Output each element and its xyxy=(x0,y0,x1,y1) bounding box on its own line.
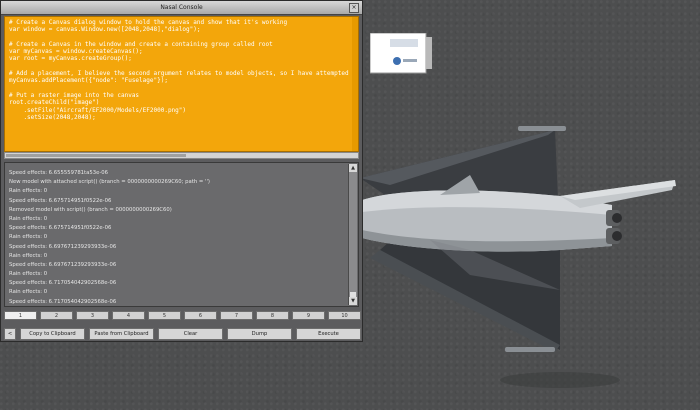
history-button[interactable]: 4 xyxy=(112,311,145,320)
output-line: Rain effects: 0 xyxy=(9,188,48,195)
output-scrollbar[interactable]: ▲ ▼ xyxy=(348,164,357,305)
console-title: Nasal Console xyxy=(160,4,203,11)
output-line: New model with attached script() (branch… xyxy=(9,179,210,186)
output-lines: Speed effects: 6.655559781ta53e-06 New mo… xyxy=(9,169,346,306)
history-button[interactable]: 6 xyxy=(184,311,217,320)
output-log: Speed effects: 6.655559781ta53e-06 New mo… xyxy=(4,162,359,307)
clear-button[interactable]: Clear xyxy=(158,328,223,340)
output-line: Rain effects: 0 xyxy=(9,215,48,222)
code-line: # Add a placement, I believe the second … xyxy=(9,70,359,78)
console-toggle-button[interactable]: < xyxy=(4,328,16,340)
code-line: myCanvas.addPlacement({"node": "Fuselage… xyxy=(9,77,168,85)
history-button[interactable]: 8 xyxy=(256,311,289,320)
scroll-up-icon[interactable]: ▲ xyxy=(349,164,357,172)
editor-horizontal-scrollbar[interactable] xyxy=(4,152,359,159)
code-line: var window = canvas.Window.new([2048,204… xyxy=(9,26,201,34)
output-line: Rain effects: 0 xyxy=(9,289,48,296)
output-line: Rain effects: 0 xyxy=(9,234,48,241)
output-line: Speed effects: 6.697671239293933e-06 xyxy=(9,243,117,250)
console-titlebar[interactable]: Nasal Console × xyxy=(1,1,362,15)
dump-button[interactable]: Dump xyxy=(227,328,292,340)
history-button[interactable]: 9 xyxy=(292,311,325,320)
code-line: .setSize(2048,2048); xyxy=(9,113,96,121)
code-lines: # Create a Canvas dialog window to hold … xyxy=(9,19,359,121)
output-line: Removed model with script() (branch = 00… xyxy=(9,206,172,213)
code-line: var myCanvas = window.createCanvas(); xyxy=(9,48,143,56)
history-button[interactable]: 3 xyxy=(76,311,109,320)
history-button[interactable]: 7 xyxy=(220,311,253,320)
scroll-down-icon[interactable]: ▼ xyxy=(349,297,357,305)
history-button[interactable]: 2 xyxy=(40,311,73,320)
history-buttons: 1 2 3 4 5 6 7 8 9 10 xyxy=(4,311,361,321)
code-editor[interactable]: # Create a Canvas dialog window to hold … xyxy=(4,16,359,152)
code-line: # Put a raster image into the canvas xyxy=(9,91,140,99)
output-line: Speed effects: 6.717054042902568e-06 xyxy=(9,280,117,287)
code-line: .setFile("Aircraft/EF2000/Models/EF2000.… xyxy=(9,106,187,114)
output-line: Rain effects: 0 xyxy=(9,252,48,259)
code-line: var root = myCanvas.createGroup(); xyxy=(9,55,132,63)
output-line: Speed effects: 6.717054042902568e-06 xyxy=(9,298,117,305)
floating-canvas-panel xyxy=(369,32,432,79)
close-icon[interactable]: × xyxy=(349,3,359,13)
history-button[interactable]: 10 xyxy=(328,311,361,320)
editor-vertical-scrollbar[interactable] xyxy=(352,17,358,151)
history-button[interactable]: 5 xyxy=(148,311,181,320)
output-line: Speed effects: 6.655559781ta53e-06 xyxy=(9,170,109,176)
output-line: Speed effects: 6.675714951f0522e-06 xyxy=(9,225,112,232)
code-line: # Create a Canvas in the window and crea… xyxy=(9,40,273,48)
output-line: Speed effects: 6.675714951f0522e-06 xyxy=(9,197,112,204)
canvas-panel-graphic xyxy=(369,32,432,74)
execute-button[interactable]: Execute xyxy=(296,328,361,340)
paste-from-clipboard-button[interactable]: Paste from Clipboard xyxy=(89,328,154,340)
nasal-console-window: Nasal Console × # Create a Canvas dialog… xyxy=(0,0,363,342)
editor-scroll-thumb[interactable] xyxy=(6,154,186,157)
history-button[interactable]: 1 xyxy=(4,311,37,320)
console-actions: < Copy to Clipboard Paste from Clipboard… xyxy=(4,328,361,340)
output-line: Rain effects: 0 xyxy=(9,271,48,278)
code-line: root.createChild("image") xyxy=(9,99,100,107)
code-line: # Create a Canvas dialog window to hold … xyxy=(9,19,288,26)
copy-to-clipboard-button[interactable]: Copy to Clipboard xyxy=(20,328,85,340)
output-line: Speed effects: 6.697671239293933e-06 xyxy=(9,261,117,268)
